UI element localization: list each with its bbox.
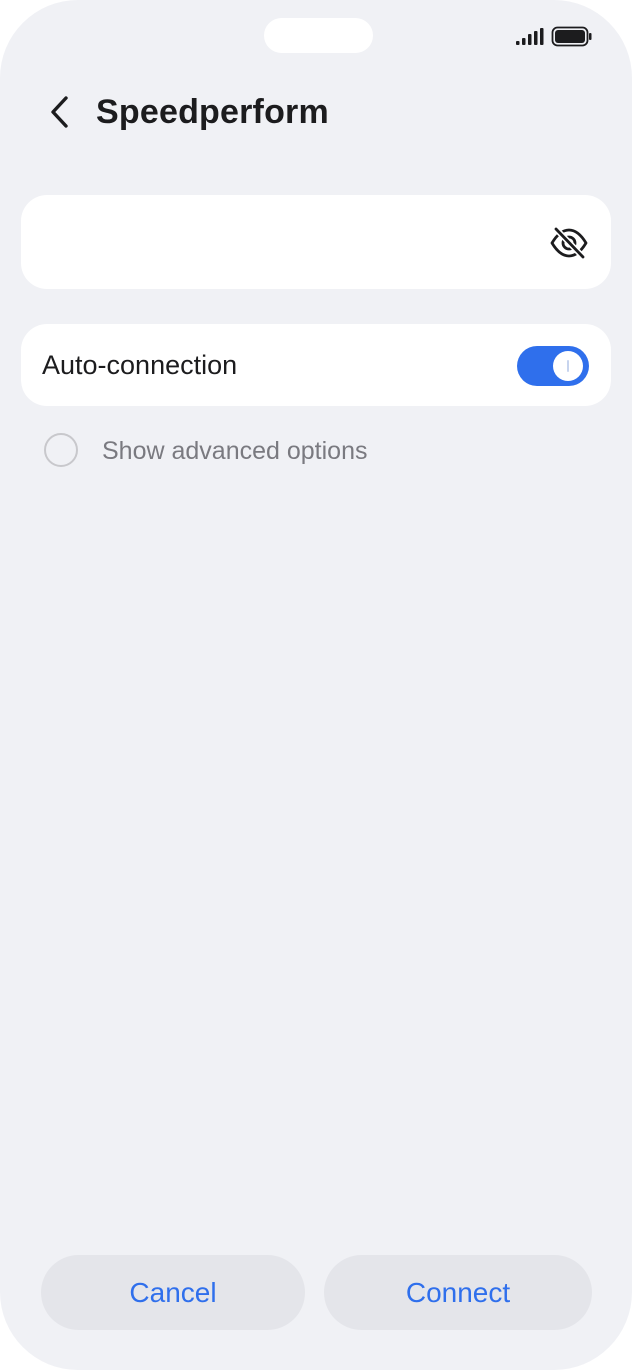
- eye-off-icon: [550, 226, 588, 260]
- toggle-knob: [553, 351, 583, 381]
- camera-notch: [264, 18, 373, 53]
- password-card: [21, 195, 611, 289]
- chevron-left-icon: [51, 96, 68, 128]
- cellular-signal-icon: [516, 26, 592, 47]
- advanced-options-label: Show advanced options: [102, 437, 368, 465]
- password-input[interactable]: [43, 217, 547, 269]
- auto-connection-card: Auto-connection: [21, 324, 611, 406]
- app-header: Speedperform: [0, 80, 632, 144]
- show-advanced-options-checkbox[interactable]: Show advanced options: [44, 433, 444, 469]
- back-button[interactable]: [38, 90, 82, 134]
- battery-full-icon: [551, 26, 592, 47]
- phone-screen: Speedperform Auto-connection Show advanc…: [0, 0, 632, 1370]
- advanced-options-radio[interactable]: [44, 433, 78, 467]
- status-bar: [514, 26, 594, 48]
- auto-connection-label: Auto-connection: [42, 350, 238, 380]
- page-title: Speedperform: [96, 93, 329, 131]
- cancel-button[interactable]: Cancel: [41, 1255, 305, 1330]
- toggle-password-visibility-button[interactable]: [547, 221, 591, 265]
- auto-connection-toggle[interactable]: [517, 346, 589, 386]
- connect-button[interactable]: Connect: [324, 1255, 592, 1330]
